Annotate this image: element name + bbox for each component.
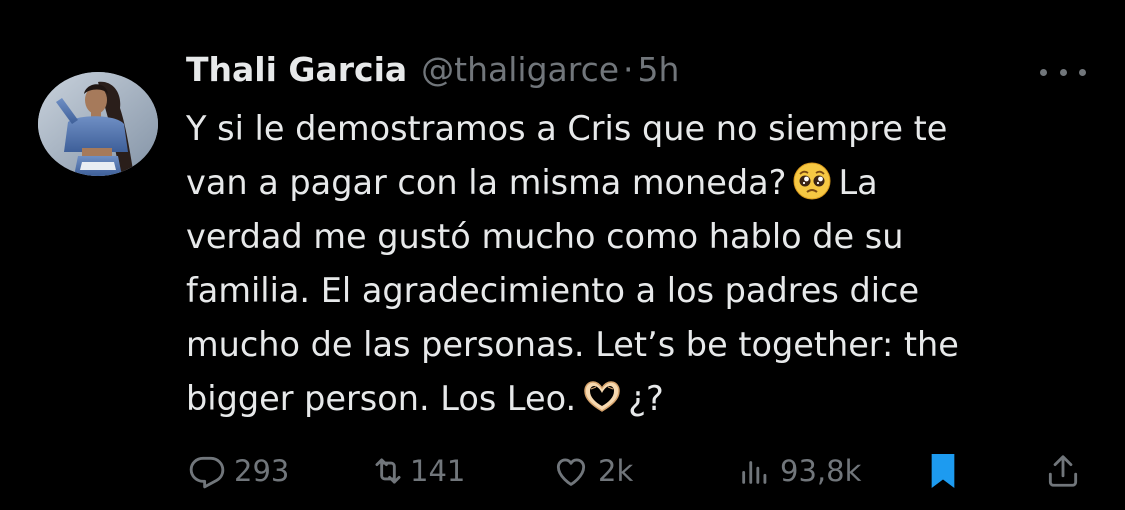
bookmark-button[interactable] [926,445,960,497]
tweet-line: bigger person. Los Leo. ¿? [186,372,1086,426]
bookmark-icon [926,451,960,491]
reply-button[interactable]: 293 [188,445,289,497]
tweet-line: familia. El agradecimiento a los padres … [186,271,920,310]
timestamp[interactable]: 5h [638,50,680,89]
tweet-header: Thali Garcia @thaligarce · 5h [186,50,679,94]
heart-icon [552,452,590,490]
tweet-line: mucho de las personas. Let’s be together… [186,325,959,364]
more-dot [1079,68,1086,76]
separator-dot: · [623,50,634,89]
tweet-line-part: ¿? [628,379,664,418]
retweet-count: 141 [410,454,466,488]
more-icon[interactable] [1040,62,1086,82]
more-dot [1059,68,1067,76]
reply-count: 293 [234,454,290,488]
author-handle[interactable]: @thaligarce [421,50,619,89]
pleading-face-emoji [792,161,832,201]
tweet-line-part: van a pagar con la misma moneda? [186,163,787,202]
views-count: 93,8k [780,454,862,488]
author-name[interactable]: Thali Garcia [186,50,407,89]
tweet-line: verdad me gustó mucho como hablo de su [186,217,904,256]
more-dot [1040,68,1047,76]
like-button[interactable]: 2k [552,445,633,497]
like-count: 2k [598,454,634,488]
tweet-line: van a pagar con la misma moneda? La [186,156,1086,210]
tweet-line-part: La [838,163,878,202]
retweet-button[interactable]: 141 [368,445,465,497]
retweet-icon [368,452,408,490]
share-icon [1044,451,1082,491]
top-bar [0,0,1125,16]
share-button[interactable] [1044,445,1082,497]
tweet-line-part: bigger person. Los Leo. [186,379,577,418]
tweet-text: Y si le demostramos a Cris que no siempr… [186,102,1086,426]
reply-icon [188,452,226,490]
avatar[interactable] [38,72,158,176]
tweet-line: Y si le demostramos a Cris que no siempr… [186,109,948,148]
views-button[interactable]: 93,8k [738,445,861,497]
heart-hands-emoji [582,377,622,417]
views-icon [738,452,772,490]
action-bar: 293 141 2k 93,8k [0,445,1125,497]
